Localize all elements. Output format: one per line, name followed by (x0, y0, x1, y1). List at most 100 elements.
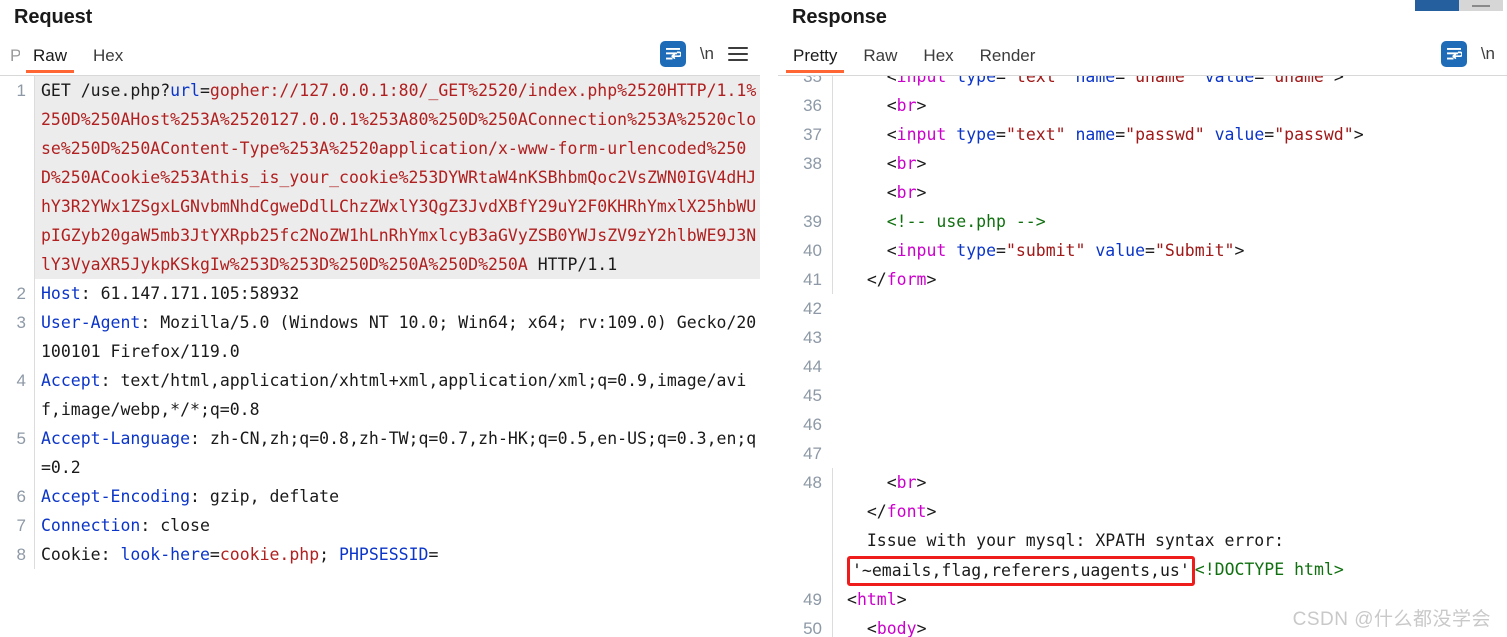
response-tab-pretty[interactable]: Pretty (780, 46, 850, 75)
code-token: Accept-Language (41, 429, 191, 448)
code-token: "Submit" (1154, 241, 1235, 260)
code-line[interactable]: GET /use.php?url=gopher://127.0.0.1:80/_… (34, 76, 760, 279)
code-row: 47 (778, 439, 1507, 468)
line-number: 47 (803, 444, 822, 463)
request-panel: Request P Raw Hex \n 1 GET /use.php?url=… (0, 0, 760, 637)
line-number: 2 (16, 284, 26, 303)
code-token: look-here (120, 545, 210, 564)
line-number: 6 (16, 487, 26, 506)
code-row: 46 (778, 410, 1507, 439)
code-token: = (209, 545, 220, 564)
code-token: = (1115, 125, 1126, 144)
code-token: < (847, 241, 897, 260)
code-token: form (886, 270, 927, 289)
code-token: <!DOCTYPE html> (1194, 560, 1344, 579)
line-number: 39 (803, 212, 822, 231)
sql-error-highlight: '~emails,flag,referers,uagents,us' (847, 556, 1195, 586)
code-line[interactable]: </font> (832, 497, 1507, 526)
code-token: > (1234, 241, 1245, 260)
code-row: 3 User-Agent: Mozilla/5.0 (Windows NT 10.… (0, 308, 760, 366)
request-tab-raw[interactable]: Raw (20, 46, 80, 75)
word-wrap-icon[interactable] (1440, 41, 1467, 67)
code-line[interactable]: <br> (832, 178, 1507, 207)
request-tab-hex[interactable]: Hex (80, 46, 136, 75)
code-row: 50 <body> (778, 614, 1507, 637)
code-token: </ (847, 502, 887, 521)
line-number: 48 (803, 473, 822, 492)
hamburger-menu-icon[interactable] (728, 47, 748, 61)
line-number: 43 (803, 328, 822, 347)
code-token: > (926, 502, 937, 521)
newline-toggle[interactable]: \n (700, 44, 714, 64)
code-line[interactable]: <input type="submit" value="Submit"> (832, 236, 1507, 265)
code-line[interactable]: <body> (832, 614, 1507, 637)
code-row: 6 Accept-Encoding: gzip, deflate (0, 482, 760, 511)
response-tab-hex[interactable]: Hex (910, 46, 966, 75)
code-token: type (946, 125, 997, 144)
request-tab-pretty[interactable]: P (2, 46, 20, 75)
code-row: 48 <br> (778, 468, 1507, 497)
line-number: 4 (16, 371, 26, 390)
code-line[interactable]: Host: 61.147.171.105:58932 (34, 279, 760, 308)
response-tab-render[interactable]: Render (967, 46, 1049, 75)
code-token: type (946, 241, 997, 260)
code-row: 45 (778, 381, 1507, 410)
code-token: cookie.php (219, 545, 320, 564)
code-token: br (896, 154, 917, 173)
line-number: 3 (16, 313, 26, 332)
code-token: Accept-Encoding (41, 487, 191, 506)
code-line[interactable]: <br> (832, 91, 1507, 120)
burp-request-response-view: Request P Raw Hex \n 1 GET /use.php?url=… (0, 0, 1507, 637)
minimize-button[interactable] (1459, 0, 1503, 11)
code-line[interactable]: <!-- use.php --> (832, 207, 1507, 236)
code-token: html (856, 590, 897, 609)
code-token: > (916, 619, 927, 637)
code-token: ; (319, 545, 340, 564)
code-line[interactable]: <input type="text" name="passwd" value="… (832, 120, 1507, 149)
code-row: <br> (778, 178, 1507, 207)
code-row: 4 Accept: text/html,application/xhtml+xml… (0, 366, 760, 424)
line-number: 44 (803, 357, 822, 376)
code-line[interactable]: <br> (832, 468, 1507, 497)
newline-toggle[interactable]: \n (1481, 44, 1495, 64)
code-token: font (886, 502, 927, 521)
code-token: "uname" (1264, 76, 1334, 86)
panel-divider[interactable] (760, 0, 778, 637)
line-number: 7 (16, 516, 26, 535)
line-number: 40 (803, 241, 822, 260)
code-token: gopher://127.0.0.1:80/_GET%2520/index.ph… (41, 81, 757, 274)
code-token: = (1115, 76, 1126, 86)
response-tab-raw[interactable]: Raw (850, 46, 910, 75)
code-line[interactable]: Accept-Language: zh-CN,zh;q=0.8,zh-TW;q=… (34, 424, 760, 482)
code-line[interactable]: User-Agent: Mozilla/5.0 (Windows NT 10.0… (34, 308, 760, 366)
code-line[interactable]: Connection: close (34, 511, 760, 540)
code-token: url (170, 81, 200, 100)
code-token: = (199, 81, 210, 100)
code-line[interactable]: Accept: text/html,application/xhtml+xml,… (34, 366, 760, 424)
code-token: Host (41, 284, 81, 303)
request-code-area[interactable]: 1 GET /use.php?url=gopher://127.0.0.1:80/… (0, 76, 760, 637)
code-token: > (916, 96, 927, 115)
restore-button[interactable] (1415, 0, 1459, 11)
code-row: 5 Accept-Language: zh-CN,zh;q=0.8,zh-TW;q… (0, 424, 760, 482)
code-line[interactable]: '~emails,flag,referers,uagents,us' <!DOCT… (832, 555, 1507, 586)
code-row: 44 (778, 352, 1507, 381)
code-token: : (100, 545, 121, 564)
code-row: 49 <html> (778, 585, 1507, 614)
request-lines: 1 GET /use.php?url=gopher://127.0.0.1:80/… (0, 76, 760, 569)
code-line[interactable]: </form> (832, 265, 1507, 294)
code-token: > (926, 270, 937, 289)
code-line[interactable]: <br> (832, 149, 1507, 178)
code-line[interactable]: Accept-Encoding: gzip, deflate (34, 482, 760, 511)
code-token: PHPSESSID (339, 545, 429, 564)
code-line[interactable]: Cookie: look-here=cookie.php; PHPSESSID= (34, 540, 760, 569)
code-token: "uname" (1125, 76, 1195, 86)
word-wrap-icon[interactable] (659, 41, 686, 67)
code-token: "text" (1005, 76, 1066, 86)
code-line[interactable]: Issue with your mysql: XPATH syntax erro… (832, 526, 1507, 555)
response-code-area[interactable]: 35 <input type="text" name="uname" value… (778, 76, 1507, 637)
code-line[interactable]: <input type="text" name="uname" value="u… (832, 76, 1507, 91)
code-row: 1 GET /use.php?url=gopher://127.0.0.1:80/… (0, 76, 760, 279)
code-line[interactable]: <html> (832, 585, 1507, 614)
code-token: Cookie (41, 545, 101, 564)
